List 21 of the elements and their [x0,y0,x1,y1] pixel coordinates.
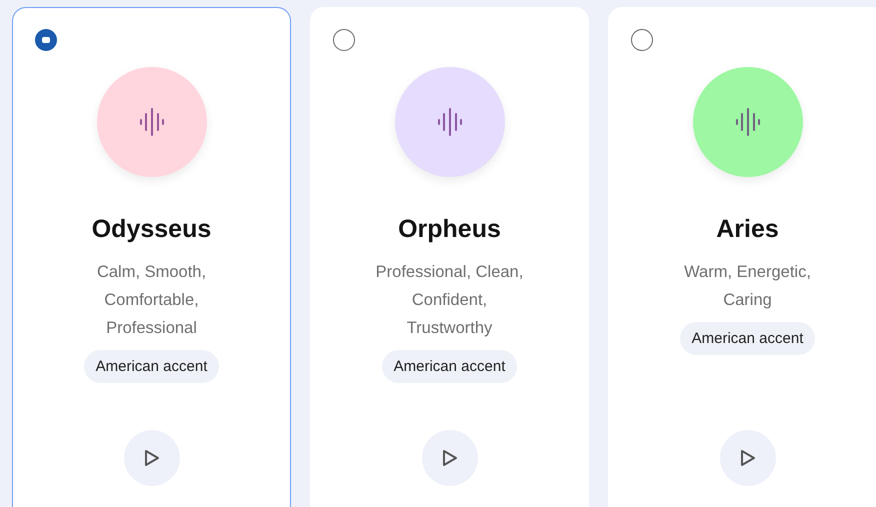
play-icon [144,449,160,467]
sound-wave-icon [436,108,462,136]
voice-name: Orpheus [398,215,501,244]
voice-card[interactable]: Aries Warm, Energetic, Caring American accent [608,7,876,507]
sound-wave-icon [734,108,760,136]
sound-wave-icon [138,108,164,136]
voice-name: Odysseus [92,215,212,244]
voice-traits: Warm, Energetic, Caring [683,262,812,311]
voice-traits: Calm, Smooth, Comfortable, Professional [96,262,208,339]
radio-button[interactable] [35,29,57,51]
play-icon [442,449,458,467]
voice-name: Aries [716,215,779,244]
accent-tag: American accent [382,350,518,383]
accent-tag: American accent [680,322,816,355]
voice-card[interactable]: Orpheus Professional, Clean, Confident, Trustworthy American accent [310,7,589,507]
play-icon [740,449,756,467]
voice-card[interactable]: Odysseus Calm, Smooth, Comfortable, Professional American accent [12,7,291,507]
accent-tag: American accent [84,350,220,383]
radio-button[interactable] [631,29,653,51]
voice-traits: Professional, Clean, Confident, Trustworthy [374,262,524,339]
radio-button[interactable] [333,29,355,51]
